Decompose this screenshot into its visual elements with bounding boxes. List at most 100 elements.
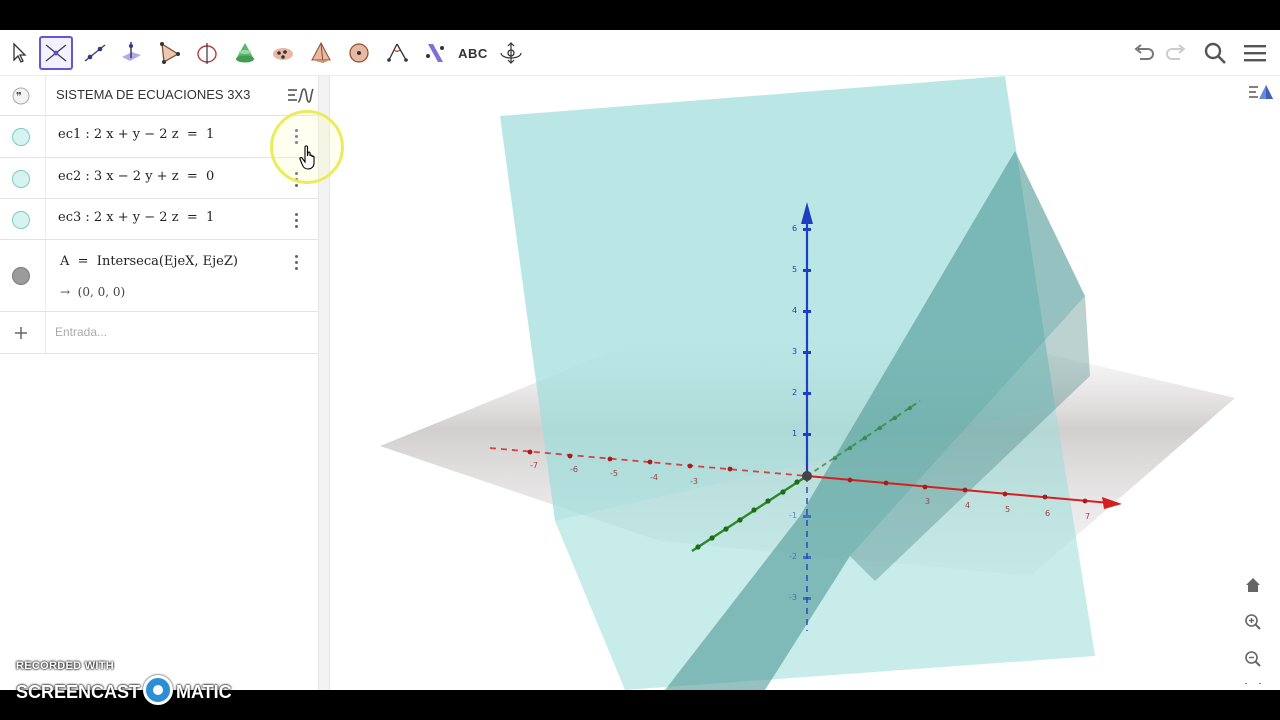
svg-text:-4: -4 <box>650 473 658 482</box>
equation-text: ec2 : 3 x − 2 y + z = 0 <box>58 169 214 184</box>
intersect-tool[interactable] <box>39 36 73 70</box>
svg-text:5: 5 <box>1005 505 1010 514</box>
svg-text:7: 7 <box>1085 512 1090 521</box>
fullscreen-button[interactable] <box>1240 683 1266 690</box>
equation-label: ec2 : <box>58 169 90 184</box>
sphere-tool[interactable] <box>342 36 376 70</box>
style-bar-toggle[interactable] <box>1246 81 1276 105</box>
plus-icon[interactable] <box>13 325 29 341</box>
net-tool[interactable] <box>266 36 300 70</box>
point-a[interactable] <box>802 471 812 481</box>
algebra-title[interactable]: SISTEMA DE ECUACIONES 3X3 <box>56 87 250 102</box>
home-button[interactable] <box>1240 572 1266 598</box>
scene-3d[interactable]: -7 -6 -5 -4 -3 3 4 5 6 7 6 5 4 3 2 1 -1 … <box>330 76 1280 690</box>
reflect-tool[interactable] <box>418 36 452 70</box>
main-menu-button[interactable] <box>1240 38 1270 68</box>
more-options-button[interactable] <box>290 254 304 272</box>
zoom-out-button[interactable] <box>1240 646 1266 672</box>
geogebra-app: ABC ❞ SISTEMA DE ECUACIONES 3X3 ec1: 2 … <box>0 30 1280 690</box>
pyramid-icon <box>311 41 331 64</box>
redo-button[interactable] <box>1161 38 1191 68</box>
svg-text:-1: -1 <box>789 511 797 520</box>
svg-text:2: 2 <box>792 388 797 397</box>
net-icon <box>273 48 293 60</box>
toolbar: ABC <box>0 30 1280 76</box>
row-left-cell <box>0 240 46 311</box>
point-value: → (0, 0, 0) <box>60 285 126 299</box>
rotate-view-icon <box>500 42 522 64</box>
input-bar[interactable]: Entrada... <box>55 325 107 339</box>
svg-text:-6: -6 <box>570 465 578 474</box>
svg-text:-5: -5 <box>610 469 618 478</box>
row-left-cell <box>0 116 46 157</box>
svg-text:-2: -2 <box>789 552 797 561</box>
equation-expr: 3 x − 2 y + z = 0 <box>93 169 215 184</box>
zoom-in-button[interactable] <box>1240 609 1266 635</box>
equation-expr: 2 x + y − 2 z = 1 <box>93 127 215 142</box>
text-tool[interactable]: ABC <box>456 36 490 70</box>
triangle-icon <box>160 42 180 64</box>
svg-text:4: 4 <box>965 501 970 510</box>
reflect-plane-icon <box>426 44 444 62</box>
screen-top-black-bar <box>0 0 1280 30</box>
perpendicular-plane-tool[interactable] <box>114 36 148 70</box>
undo-button[interactable] <box>1129 38 1159 68</box>
svg-text:-3: -3 <box>690 477 698 486</box>
watermark-brand-b: MATIC <box>176 681 232 702</box>
equation-label: ec1 : <box>58 127 90 142</box>
algebra-row-ec2[interactable]: ec2 : 3 x − 2 y + z = 0 <box>0 158 318 199</box>
home-icon <box>1246 578 1260 592</box>
angle-icon <box>387 43 408 62</box>
point-definition: A = Interseca(EjeX, EjeZ) <box>60 254 238 269</box>
algebra-input-row[interactable]: Entrada... <box>0 312 318 354</box>
circle-axis-icon <box>197 43 217 64</box>
visibility-toggle[interactable] <box>12 211 30 229</box>
algebra-view: ❞ SISTEMA DE ECUACIONES 3X3 ec1 : 2 x + … <box>0 76 318 690</box>
screencast-logo-icon <box>143 675 174 705</box>
abc-label: ABC <box>458 45 488 61</box>
perpendicular-icon <box>122 42 141 61</box>
watermark-line2: SCREENCAST MATIC <box>16 675 232 708</box>
header-left-cell: ❞ <box>0 76 46 115</box>
line-icon <box>84 44 106 62</box>
quote-icon[interactable]: ❞ <box>12 87 30 105</box>
svg-text:6: 6 <box>792 224 797 233</box>
algebra-row-point-a[interactable]: A = Interseca(EjeX, EjeZ) → (0, 0, 0) <box>0 240 318 312</box>
pyramid-tool[interactable] <box>304 36 338 70</box>
zoom-out-icon <box>1245 651 1261 667</box>
svg-text:❞: ❞ <box>16 90 22 103</box>
cone-icon <box>236 43 254 63</box>
algebra-row-ec3[interactable]: ec3 : 2 x + y − 2 z = 1 <box>0 199 318 240</box>
svg-text:3: 3 <box>925 497 930 506</box>
circle-axis-tool[interactable] <box>190 36 224 70</box>
menu-icon <box>1244 45 1266 62</box>
equation-expr: 2 x + y − 2 z = 1 <box>93 210 215 225</box>
move-tool[interactable] <box>2 36 36 70</box>
recording-watermark: RECORDED WITH SCREENCAST MATIC <box>16 660 232 705</box>
line-tool[interactable] <box>78 36 112 70</box>
visibility-toggle[interactable] <box>12 267 30 285</box>
graphics-3d-view[interactable]: -7 -6 -5 -4 -3 3 4 5 6 7 6 5 4 3 2 1 -1 … <box>330 76 1280 690</box>
svg-text:4: 4 <box>792 306 797 315</box>
angle-tool[interactable] <box>380 36 414 70</box>
svg-text:-3: -3 <box>789 593 797 602</box>
polygon-tool[interactable] <box>152 36 186 70</box>
visibility-toggle[interactable] <box>12 128 30 146</box>
visibility-toggle[interactable] <box>12 170 30 188</box>
algebra-header: ❞ SISTEMA DE ECUACIONES 3X3 <box>0 76 318 116</box>
cone-tool[interactable] <box>228 36 262 70</box>
style-bar-icon <box>1249 85 1273 99</box>
equation-label: ec3 : <box>58 210 90 225</box>
search-button[interactable] <box>1200 38 1230 68</box>
equation-text: ec3 : 2 x + y − 2 z = 1 <box>58 210 214 225</box>
rotate-view-tool[interactable] <box>494 36 528 70</box>
row-left-cell <box>0 158 46 198</box>
hand-cursor-icon <box>299 145 315 170</box>
svg-text:1: 1 <box>792 429 797 438</box>
row-left-cell <box>0 312 46 353</box>
more-options-button[interactable] <box>290 212 304 230</box>
svg-text:5: 5 <box>792 265 797 274</box>
algebra-settings-icon[interactable] <box>286 85 314 107</box>
sphere-icon <box>349 43 369 63</box>
search-icon <box>1204 42 1226 64</box>
